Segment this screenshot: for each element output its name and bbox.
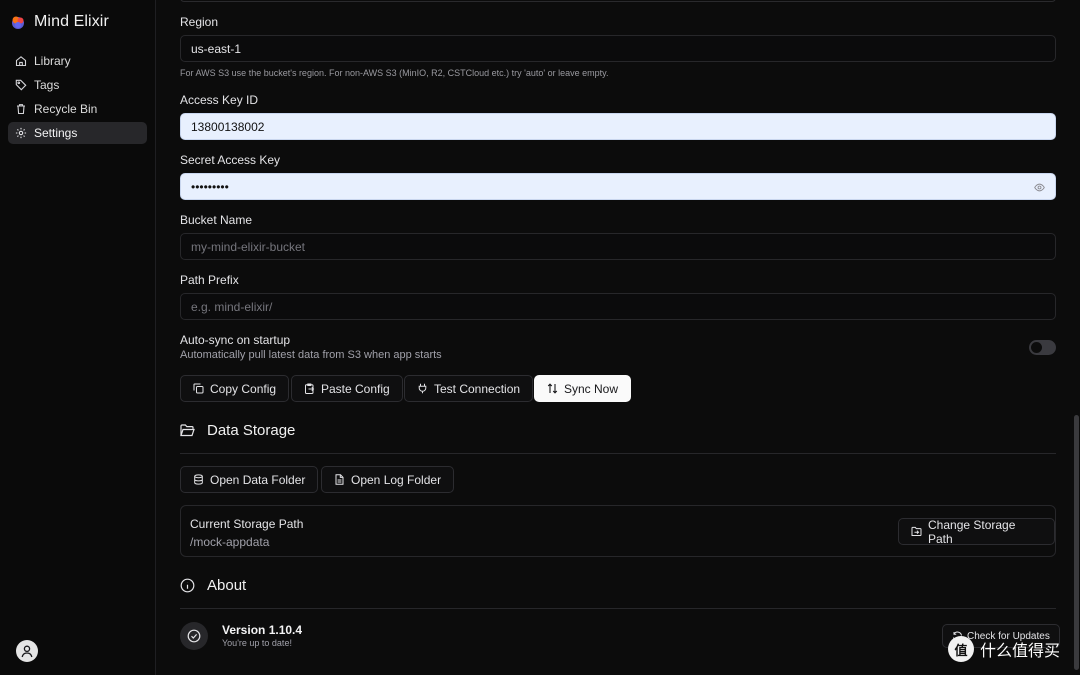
sidebar-nav: Library Tags Recycle Bin Settings	[8, 50, 147, 146]
storage-path-card: Current Storage Path /mock-appdata Chang…	[180, 505, 1056, 557]
bucket-label: Bucket Name	[180, 213, 253, 227]
prefix-label: Path Prefix	[180, 273, 239, 287]
region-input[interactable]: us-east-1	[180, 35, 1056, 62]
region-hint: For AWS S3 use the bucket's region. For …	[180, 68, 609, 78]
sidebar-item-tags[interactable]: Tags	[8, 74, 147, 96]
watermark-badge-icon: 值	[948, 636, 974, 662]
autosync-toggle[interactable]	[1029, 340, 1056, 355]
plug-icon	[418, 383, 427, 394]
app-logo-icon	[12, 16, 24, 29]
trash-icon	[17, 104, 25, 115]
secret-key-value: •••••••••	[191, 179, 229, 194]
paste-config-label: Paste Config	[321, 381, 390, 396]
open-log-folder-label: Open Log Folder	[351, 472, 442, 487]
watermark-text: 什么值得买	[980, 641, 1061, 660]
update-status: You're up to date!	[222, 638, 292, 648]
sidebar-item-settings[interactable]: Settings	[8, 122, 147, 144]
sidebar: Mind Elixir Library Tags Recycle Bin Set…	[0, 0, 156, 675]
prefix-input[interactable]: e.g. mind-elixir/	[180, 293, 1056, 320]
section-divider	[180, 453, 1056, 454]
home-icon	[15, 56, 27, 67]
app-name: Mind Elixir	[34, 13, 109, 30]
version-status-icon	[180, 622, 208, 650]
clipboard-icon	[305, 383, 315, 394]
sync-now-label: Sync Now	[564, 381, 619, 396]
sidebar-item-recycle-bin[interactable]: Recycle Bin	[8, 98, 147, 120]
toggle-knob	[1031, 342, 1042, 353]
tag-icon	[15, 79, 27, 91]
about-heading: About	[180, 577, 246, 594]
folder-arrow-icon	[911, 526, 922, 536]
region-label: Region	[180, 15, 219, 29]
version-label: Version 1.10.4	[222, 623, 303, 637]
sidebar-item-label: Library	[34, 54, 71, 68]
storage-path-title: Current Storage Path	[190, 517, 304, 531]
scrollbar-thumb[interactable]	[1074, 415, 1079, 670]
access-key-value: 13800138002	[191, 119, 265, 134]
copy-config-button[interactable]: Copy Config	[180, 375, 290, 402]
test-connection-label: Test Connection	[434, 381, 521, 396]
brand[interactable]: Mind Elixir	[10, 13, 109, 31]
region-value: us-east-1	[191, 41, 242, 56]
secret-key-label: Secret Access Key	[180, 153, 281, 167]
change-storage-path-label: Change Storage Path	[928, 517, 1016, 546]
access-key-input[interactable]: 13800138002	[180, 113, 1056, 140]
data-storage-title: Data Storage	[207, 422, 296, 439]
paste-config-button[interactable]: Paste Config	[291, 375, 403, 402]
sync-now-button[interactable]: Sync Now	[534, 375, 632, 402]
section-divider	[180, 608, 1056, 609]
file-text-icon	[335, 474, 344, 485]
access-key-label: Access Key ID	[180, 93, 259, 107]
info-icon	[180, 578, 195, 593]
previous-section-edge	[180, 0, 1056, 2]
bucket-placeholder: my-mind-elixir-bucket	[191, 239, 306, 254]
user-avatar[interactable]	[16, 640, 38, 662]
autosync-description: Automatically pull latest data from S3 w…	[180, 349, 442, 361]
settings-main: Region us-east-1 For AWS S3 use the buck…	[156, 0, 1080, 675]
user-icon	[21, 645, 33, 658]
change-storage-path-button[interactable]: Change Storage Path	[898, 517, 1055, 546]
eye-icon[interactable]	[1034, 182, 1045, 193]
prefix-placeholder: e.g. mind-elixir/	[191, 299, 273, 314]
test-connection-button[interactable]: Test Connection	[404, 375, 534, 402]
open-data-folder-button[interactable]: Open Data Folder	[180, 466, 319, 493]
gear-icon	[15, 127, 27, 139]
autosync-title: Auto-sync on startup	[180, 333, 291, 347]
data-storage-heading: Data Storage	[180, 422, 295, 439]
storage-path-value: /mock-appdata	[190, 535, 270, 549]
sidebar-item-library[interactable]: Library	[8, 50, 147, 72]
folder-open-icon	[180, 424, 195, 437]
database-icon	[194, 474, 203, 485]
open-data-folder-label: Open Data Folder	[210, 472, 306, 487]
sidebar-item-label: Recycle Bin	[34, 102, 98, 116]
bucket-input[interactable]: my-mind-elixir-bucket	[180, 233, 1056, 260]
check-circle-icon	[187, 629, 201, 643]
sidebar-item-label: Settings	[34, 126, 78, 140]
open-log-folder-button[interactable]: Open Log Folder	[321, 466, 455, 493]
secret-key-input[interactable]: •••••••••	[180, 173, 1056, 200]
sync-arrows-icon	[547, 383, 558, 394]
copy-config-label: Copy Config	[210, 381, 277, 396]
watermark: 值 什么值得买	[948, 636, 1060, 662]
copy-icon	[193, 383, 204, 394]
sidebar-item-label: Tags	[34, 78, 60, 92]
about-title: About	[207, 577, 247, 594]
